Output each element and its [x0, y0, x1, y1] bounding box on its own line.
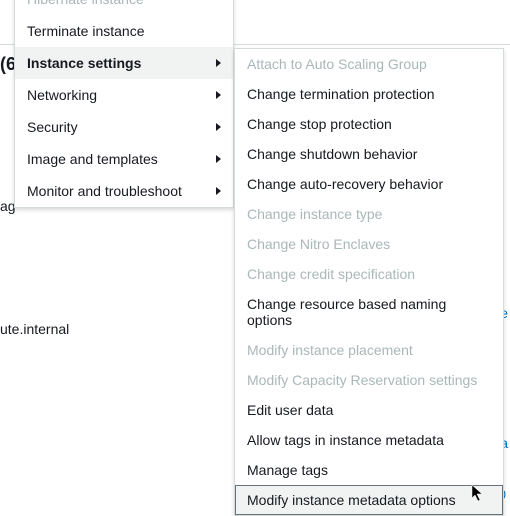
submenu-item-modify-instance-placement: Modify instance placement	[235, 335, 503, 365]
submenu-label: Modify Capacity Reservation settings	[247, 372, 477, 388]
submenu-item-change-nitro-enclaves: Change Nitro Enclaves	[235, 229, 503, 259]
chevron-right-icon	[216, 155, 221, 163]
menu-item-terminate-instance[interactable]: Terminate instance	[15, 15, 233, 47]
menu-item-monitor-and-troubleshoot[interactable]: Monitor and troubleshoot	[15, 175, 233, 207]
submenu-label: Manage tags	[247, 462, 328, 478]
submenu-item-attach-auto-scaling: Attach to Auto Scaling Group	[235, 49, 503, 79]
submenu-instance-settings: Attach to Auto Scaling Group Change term…	[234, 48, 504, 516]
chevron-right-icon	[216, 91, 221, 99]
submenu-item-allow-tags-metadata[interactable]: Allow tags in instance metadata	[235, 425, 503, 455]
submenu-item-change-termination-protection[interactable]: Change termination protection	[235, 79, 503, 109]
submenu-label: Modify instance placement	[247, 342, 413, 358]
submenu-label: Change auto-recovery behavior	[247, 176, 443, 192]
submenu-label: Change stop protection	[247, 116, 392, 132]
menu-item-image-and-templates[interactable]: Image and templates	[15, 143, 233, 175]
submenu-item-modify-capacity-reservation: Modify Capacity Reservation settings	[235, 365, 503, 395]
submenu-label: Change instance type	[247, 206, 382, 222]
submenu-item-change-stop-protection[interactable]: Change stop protection	[235, 109, 503, 139]
submenu-item-change-resource-naming[interactable]: Change resource based naming options	[235, 289, 503, 335]
submenu-label: Change termination protection	[247, 86, 435, 102]
submenu-label: Change credit specification	[247, 266, 415, 282]
menu-label: Terminate instance	[27, 23, 145, 39]
submenu-item-change-shutdown-behavior[interactable]: Change shutdown behavior	[235, 139, 503, 169]
partial-text-hostname: ute.internal	[0, 321, 69, 337]
submenu-item-change-auto-recovery[interactable]: Change auto-recovery behavior	[235, 169, 503, 199]
menu-label: Hibernate instance	[27, 0, 144, 7]
submenu-item-manage-tags[interactable]: Manage tags	[235, 455, 503, 485]
submenu-label: Edit user data	[247, 402, 333, 418]
menu-item-hibernate-instance: Hibernate instance	[15, 0, 233, 15]
menu-item-security[interactable]: Security	[15, 111, 233, 143]
submenu-label: Change shutdown behavior	[247, 146, 417, 162]
submenu-label: Attach to Auto Scaling Group	[247, 56, 427, 72]
menu-item-instance-settings[interactable]: Instance settings	[15, 47, 233, 79]
context-menu: Hibernate instance Terminate instance In…	[14, 0, 234, 208]
submenu-label: Modify instance metadata options	[247, 492, 456, 508]
chevron-right-icon	[216, 123, 221, 131]
menu-label: Monitor and troubleshoot	[27, 183, 182, 199]
submenu-label: Change resource based naming options	[247, 296, 491, 328]
menu-label: Security	[27, 119, 78, 135]
menu-label: Image and templates	[27, 151, 158, 167]
submenu-item-edit-user-data[interactable]: Edit user data	[235, 395, 503, 425]
submenu-label: Allow tags in instance metadata	[247, 432, 444, 448]
menu-item-networking[interactable]: Networking	[15, 79, 233, 111]
chevron-right-icon	[216, 59, 221, 67]
menu-label: Networking	[27, 87, 97, 103]
submenu-item-change-instance-type: Change instance type	[235, 199, 503, 229]
menu-label: Instance settings	[27, 55, 141, 71]
submenu-item-change-credit-specification: Change credit specification	[235, 259, 503, 289]
chevron-right-icon	[216, 187, 221, 195]
submenu-label: Change Nitro Enclaves	[247, 236, 390, 252]
submenu-item-modify-instance-metadata-options[interactable]: Modify instance metadata options	[235, 485, 503, 515]
